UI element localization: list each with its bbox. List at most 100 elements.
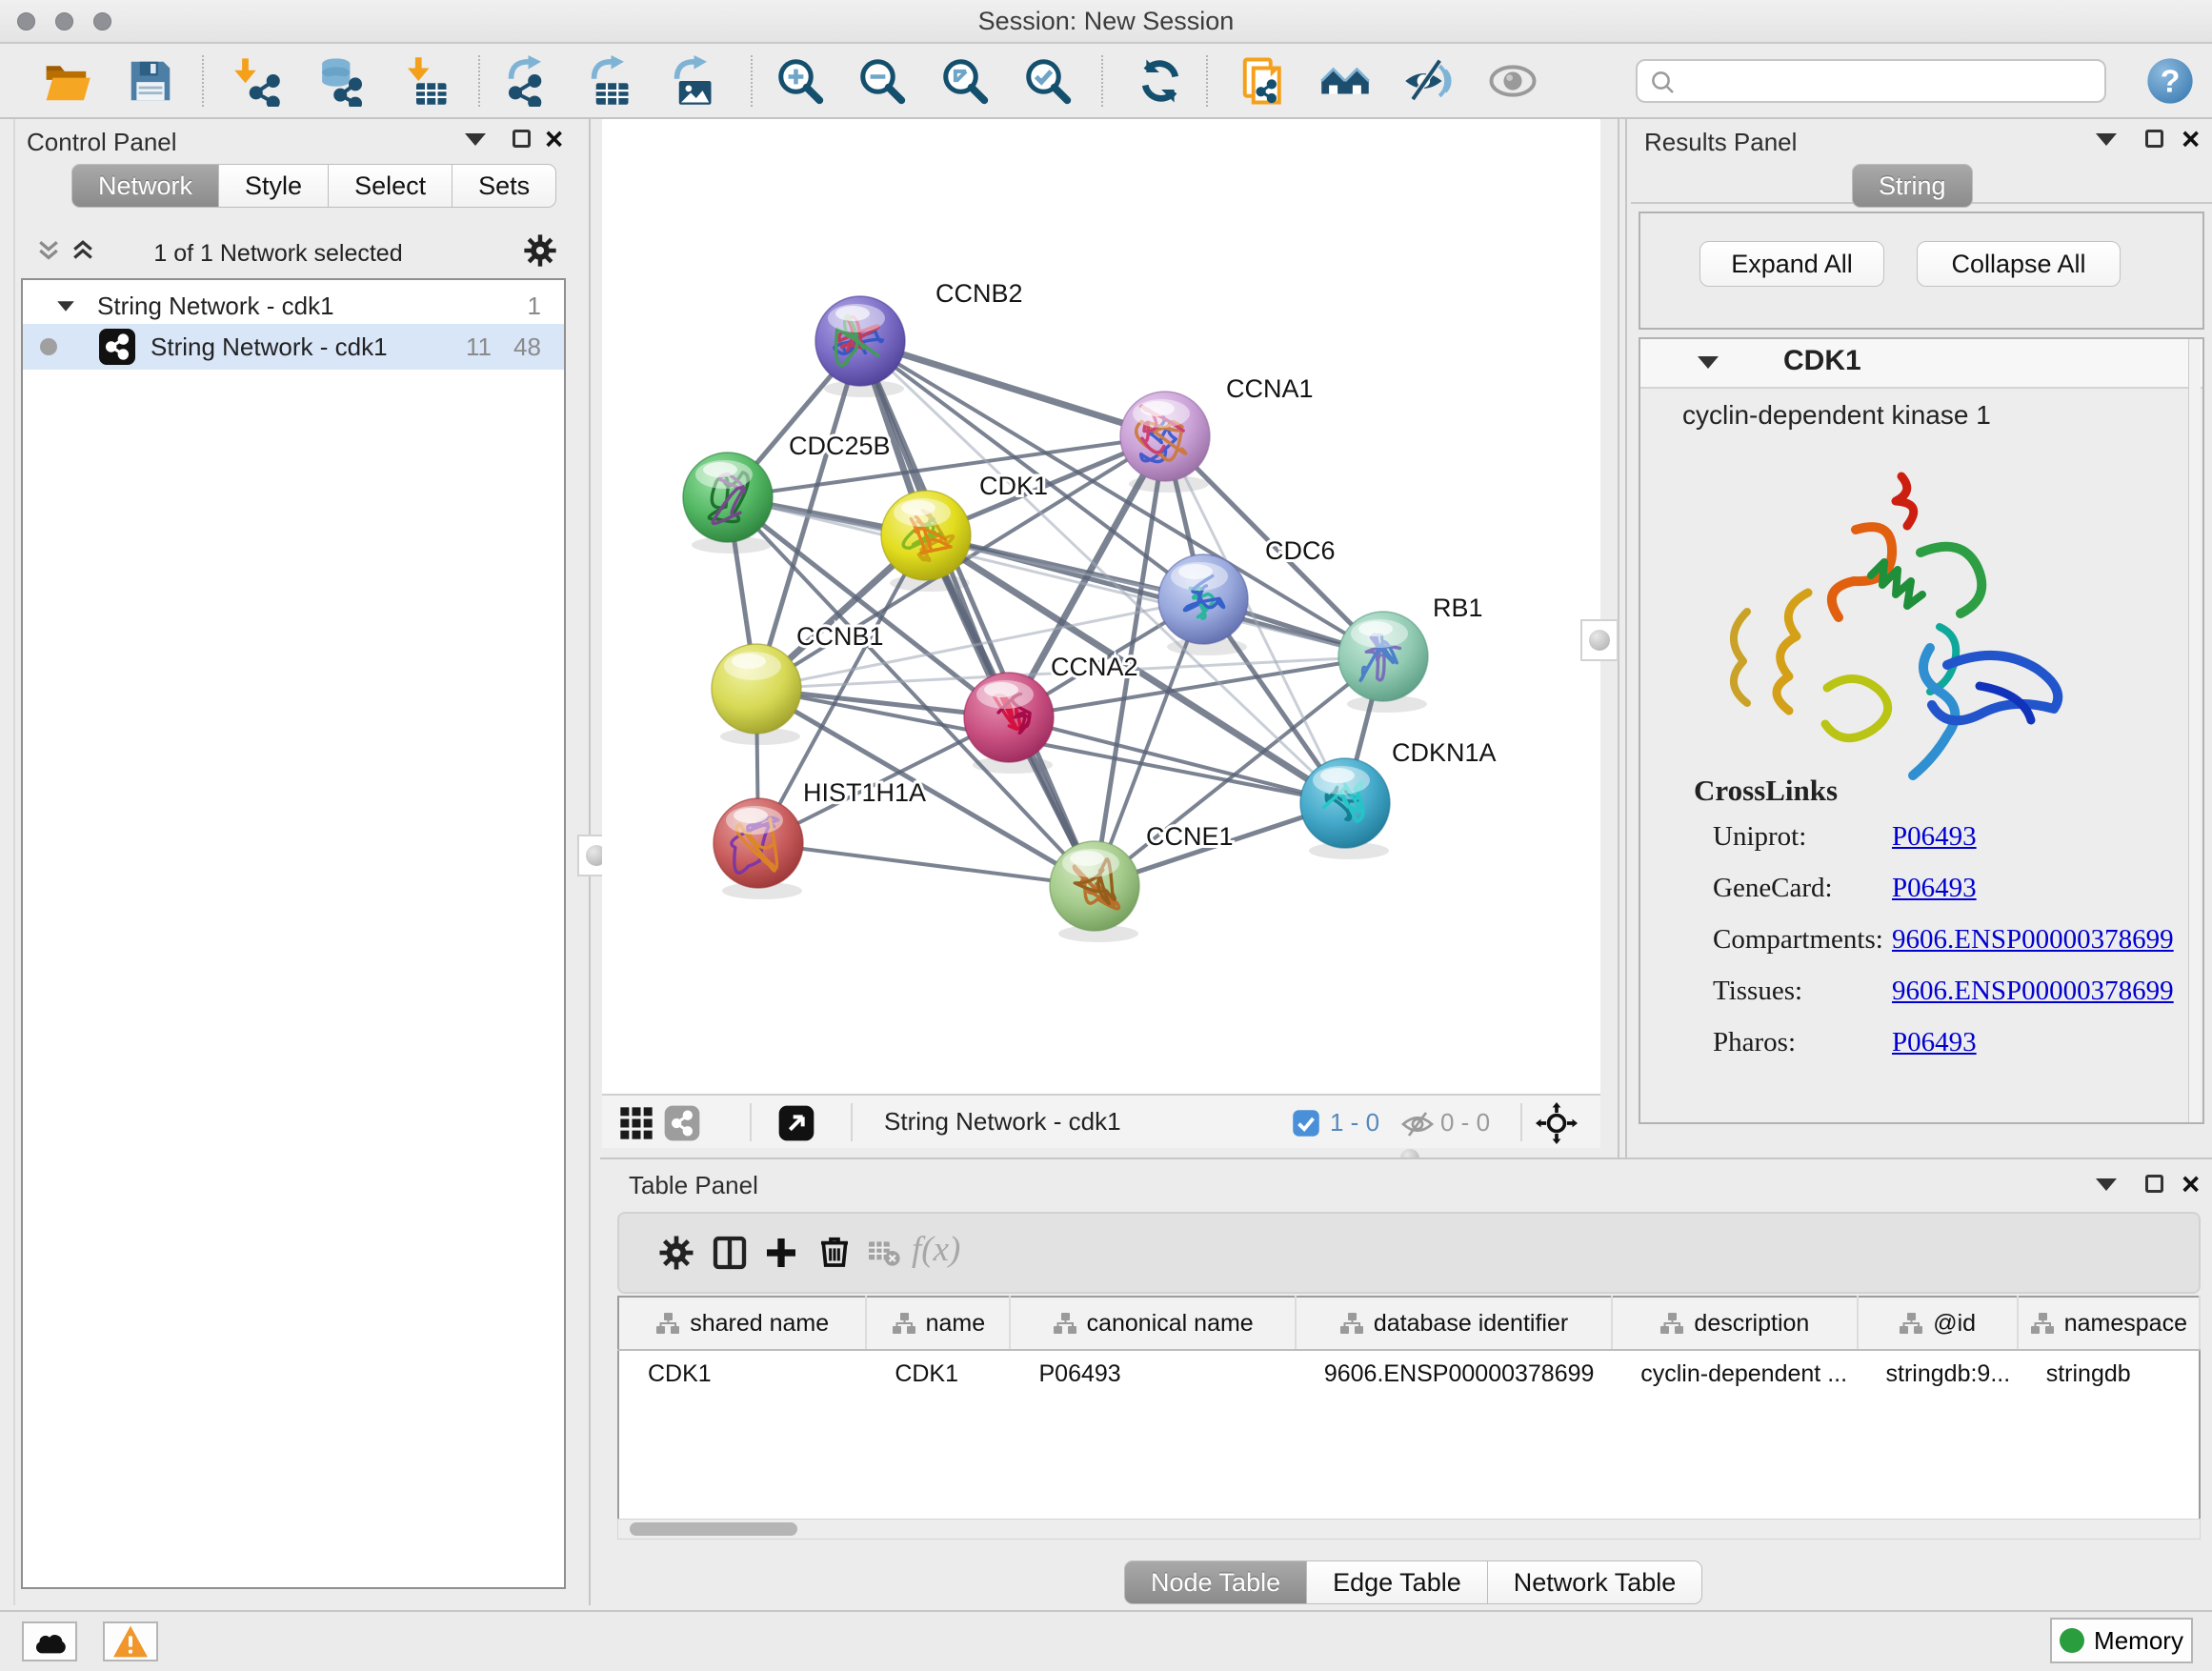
node-label[interactable]: CCNB2 [935,279,1023,308]
expand-all-button[interactable]: Expand All [1699,241,1884,287]
results-scrollbar[interactable] [2188,339,2201,1122]
results-panel-menu-button[interactable] [2096,133,2117,149]
crosslink-value-link[interactable]: P06493 [1892,1027,1977,1057]
delete-column-button[interactable] [815,1232,854,1273]
import-table-from-file-button[interactable] [399,55,451,107]
scrollbar-thumb[interactable] [630,1522,797,1536]
node-table[interactable]: shared namenamecanonical namedatabase id… [617,1296,2201,1522]
node-cdk1[interactable] [881,491,971,580]
zoom-fit-button[interactable] [939,55,991,107]
home-panel-button[interactable] [1319,55,1371,107]
node-label[interactable]: CDKN1A [1392,738,1497,767]
fit-selected-button[interactable] [1536,1102,1578,1147]
table-panel-float-button[interactable] [2145,1175,2163,1196]
import-network-from-database-button[interactable] [312,55,364,107]
node-rb1[interactable] [1338,612,1428,701]
tab-network-table[interactable]: Network Table [1488,1560,1703,1604]
network-options-gear-button[interactable] [522,232,558,272]
add-column-button[interactable] [762,1234,800,1275]
string-view-button[interactable] [663,1104,701,1145]
tab-string[interactable]: String [1852,164,1973,208]
node-label[interactable]: RB1 [1433,594,1483,622]
column-header-shared-name[interactable]: shared name [618,1297,866,1350]
export-image-button[interactable] [664,55,715,107]
function-builder-button[interactable]: f(x) [912,1229,960,1270]
import-network-from-file-button[interactable] [232,55,284,107]
node-ccne1[interactable] [1050,841,1139,931]
column-header--id[interactable]: @id [1858,1297,2018,1350]
network-collection-row[interactable]: String Network - cdk1 1 [23,284,564,328]
hidden-nodes-button[interactable] [1400,1107,1435,1144]
export-table-button[interactable] [581,55,633,107]
node-ccnb1[interactable] [712,644,801,734]
node-label[interactable]: HIST1H1A [803,778,926,807]
collapse-section-icon[interactable] [1698,356,1719,369]
node-label[interactable]: CCNA2 [1051,653,1138,681]
table-cell[interactable]: P06493 [1010,1350,1295,1397]
zoom-selected-button[interactable] [1022,55,1074,107]
grid-view-button[interactable] [617,1104,655,1145]
network-row-selected[interactable]: String Network - cdk1 11 48 [23,324,564,370]
results-panel-close-button[interactable]: × [2182,130,2200,152]
control-panel-float-button[interactable] [513,130,531,151]
warnings-button[interactable] [103,1621,158,1661]
crosslink-value-link[interactable]: P06493 [1892,873,1977,903]
tab-edge-table[interactable]: Edge Table [1307,1560,1488,1604]
delete-table-button[interactable] [867,1238,901,1271]
table-row[interactable]: CDK1CDK1P064939606.ENSP00000378699cyclin… [618,1350,2200,1397]
save-session-button[interactable] [125,55,176,107]
node-cdkn1a[interactable] [1300,758,1390,848]
show-columns-button[interactable] [711,1234,749,1275]
memory-status-button[interactable]: Memory [2050,1618,2193,1663]
network-canvas[interactable]: CCNB2CCNA1CDC25BCDK1CDC6RB1CCNB1CCNA2CDK… [602,119,1600,1094]
right-splitter-handle[interactable] [1580,619,1619,661]
column-header-description[interactable]: description [1612,1297,1857,1350]
cloud-status-button[interactable] [22,1621,77,1661]
cdk1-card-header[interactable]: CDK1 [1640,339,2202,389]
crosslink-value-link[interactable]: 9606.ENSP00000378699 [1892,976,2174,1006]
crosslink-value-link[interactable]: P06493 [1892,821,1977,852]
table-cell[interactable]: CDK1 [866,1350,1010,1397]
node-cdc6[interactable] [1158,554,1248,644]
node-ccnb2[interactable] [815,296,905,386]
tab-style[interactable]: Style [219,164,329,208]
table-panel-menu-button[interactable] [2096,1178,2117,1194]
collapse-all-button[interactable]: Collapse All [1917,241,2121,287]
table-hscrollbar[interactable] [617,1519,2201,1540]
birds-eye-view-button[interactable] [777,1104,815,1145]
tree-expander-icon[interactable] [57,301,74,311]
open-session-button[interactable] [41,55,92,107]
export-network-button[interactable] [498,55,550,107]
hide-selected-button[interactable] [1403,55,1455,107]
tab-node-table[interactable]: Node Table [1124,1560,1307,1604]
node-ccna2[interactable] [964,673,1054,762]
results-panel-float-button[interactable] [2145,130,2163,151]
refresh-view-button[interactable] [1135,55,1186,107]
table-cell[interactable]: cyclin-dependent ... [1612,1350,1857,1397]
table-cell[interactable]: 9606.ENSP00000378699 [1296,1350,1612,1397]
clone-network-button[interactable] [1238,55,1290,107]
show-all-button[interactable] [1487,55,1538,107]
node-label[interactable]: CDC25B [789,432,891,460]
edge[interactable] [860,341,1165,436]
table-cell[interactable]: stringdb [2018,1350,2200,1397]
node-label[interactable]: CCNE1 [1146,822,1234,851]
table-cell[interactable]: stringdb:9... [1858,1350,2018,1397]
column-header-database-identifier[interactable]: database identifier [1296,1297,1612,1350]
zoom-in-button[interactable] [774,55,826,107]
table-settings-gear-button[interactable] [657,1234,695,1275]
node-label[interactable]: CDC6 [1265,536,1336,565]
help-button[interactable]: ? [2144,55,2196,107]
tab-sets[interactable]: Sets [452,164,556,208]
node-label[interactable]: CCNA1 [1226,374,1314,403]
search-input[interactable] [1687,63,2101,101]
node-hist1h1a[interactable] [714,798,803,888]
node-label[interactable]: CDK1 [979,472,1048,500]
control-panel-menu-button[interactable] [465,133,486,149]
edge[interactable] [758,843,1095,886]
column-header-name[interactable]: name [866,1297,1010,1350]
control-panel-close-button[interactable]: × [545,130,563,152]
column-header-namespace[interactable]: namespace [2018,1297,2200,1350]
zoom-out-button[interactable] [856,55,908,107]
table-panel-close-button[interactable]: × [2182,1175,2200,1198]
